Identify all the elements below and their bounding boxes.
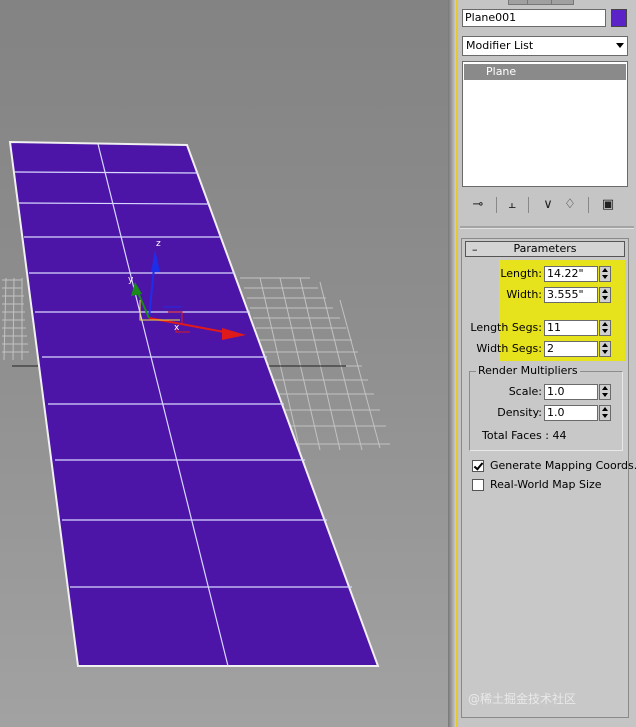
- width-field[interactable]: 3.555": [544, 287, 598, 303]
- viewport-scene[interactable]: z y x: [0, 0, 448, 727]
- object-name-field[interactable]: Plane001: [462, 9, 606, 27]
- scale-spinner[interactable]: [599, 384, 611, 400]
- generate-mapping-label[interactable]: Generate Mapping Coords.: [490, 459, 636, 473]
- generate-mapping-checkbox[interactable]: [472, 460, 484, 472]
- object-color-swatch[interactable]: [611, 9, 627, 27]
- parameters-rollout: – Parameters Length: 14.22" Width: 3.555…: [461, 238, 636, 718]
- parameters-rollout-header[interactable]: – Parameters: [465, 241, 625, 257]
- modifier-list-dropdown[interactable]: Modifier List: [462, 36, 628, 56]
- make-unique-icon[interactable]: ∨: [538, 195, 558, 215]
- length-label: Length:: [500, 267, 542, 280]
- width-segs-spinner[interactable]: [599, 341, 611, 357]
- show-end-result-icon[interactable]: ⫠: [502, 195, 522, 215]
- render-multipliers-title: Render Multipliers: [476, 364, 580, 378]
- density-spinner[interactable]: [599, 405, 611, 421]
- watermark: @稀土掘金技术社区: [468, 692, 577, 706]
- length-segs-label: Length Segs:: [470, 321, 542, 334]
- gizmo-y-label: y: [128, 275, 134, 285]
- density-label: Density:: [497, 406, 542, 419]
- width-label: Width:: [506, 288, 542, 301]
- length-field[interactable]: 14.22": [544, 266, 598, 282]
- scale-field[interactable]: 1.0: [544, 384, 598, 400]
- length-segs-spinner[interactable]: [599, 320, 611, 336]
- width-segs-field[interactable]: 2: [544, 341, 598, 357]
- command-panel-tabs[interactable]: [508, 0, 574, 5]
- density-field[interactable]: 1.0: [544, 405, 598, 421]
- gizmo-x-label: x: [174, 323, 180, 333]
- width-segs-label: Width Segs:: [476, 342, 542, 355]
- viewport-divider[interactable]: [448, 0, 456, 727]
- length-segs-field[interactable]: 11: [544, 320, 598, 336]
- gizmo-z-label: z: [156, 239, 161, 249]
- length-spinner[interactable]: [599, 266, 611, 282]
- pin-stack-icon[interactable]: ⊸: [468, 195, 488, 215]
- render-multipliers-group: Render Multipliers Scale: 1.0 Density: 1…: [469, 364, 623, 451]
- plane-object[interactable]: [8, 140, 380, 667]
- stack-item-plane[interactable]: Plane: [464, 64, 626, 80]
- panel-separator: [460, 226, 634, 229]
- stack-toolbar: ⊸ ⫠ ∨ ♢ ▣: [462, 191, 628, 219]
- width-spinner[interactable]: [599, 287, 611, 303]
- scale-label: Scale:: [508, 385, 542, 398]
- perspective-viewport[interactable]: z y x: [0, 0, 448, 727]
- collapse-icon: –: [472, 243, 478, 256]
- parameters-title: Parameters: [513, 242, 577, 255]
- remove-modifier-icon[interactable]: ♢: [560, 195, 580, 215]
- modifier-stack[interactable]: Plane: [462, 61, 628, 187]
- configure-sets-icon[interactable]: ▣: [598, 195, 618, 215]
- modifier-list-label: Modifier List: [466, 39, 534, 52]
- real-world-map-checkbox[interactable]: [472, 479, 484, 491]
- total-faces-readout: Total Faces : 44: [482, 429, 567, 442]
- chevron-down-icon: [616, 43, 624, 48]
- command-panel-modify: Plane001 Modifier List Plane ⊸ ⫠ ∨ ♢ ▣ –…: [456, 0, 636, 727]
- real-world-map-label[interactable]: Real-World Map Size: [490, 478, 602, 492]
